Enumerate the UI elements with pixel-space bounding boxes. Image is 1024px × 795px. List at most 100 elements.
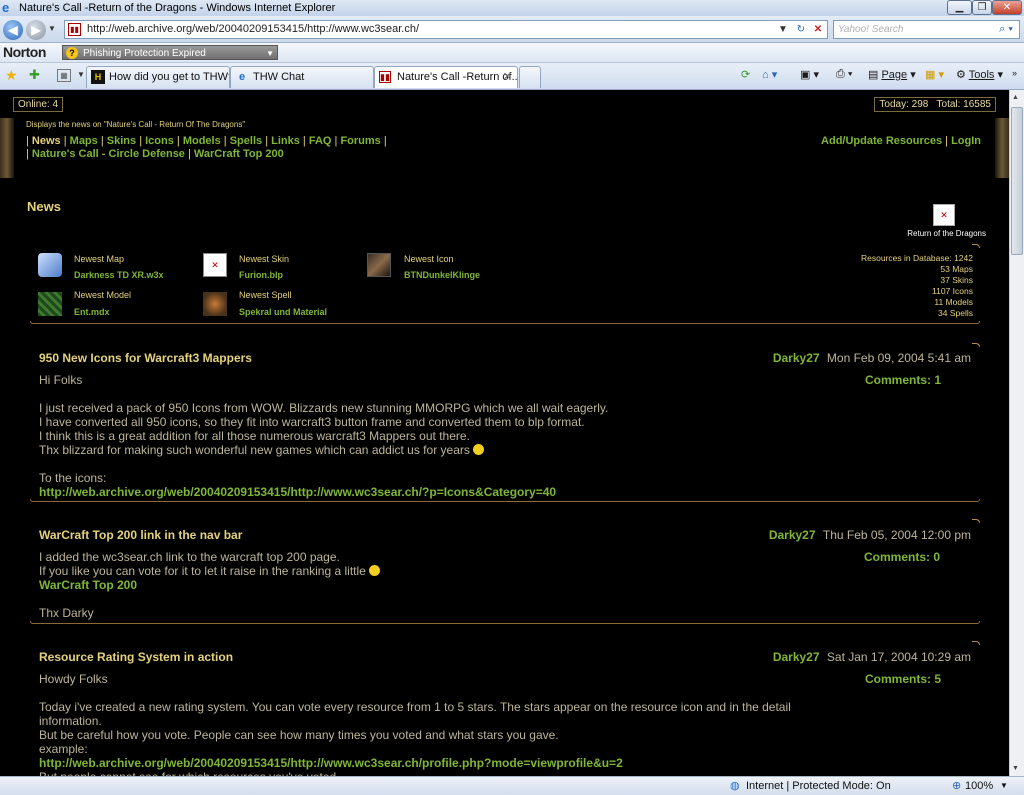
nav-warcraft-top200[interactable]: WarCraft Top 200 [194,148,284,160]
nav-spells[interactable]: Spells [230,135,262,147]
maximize-button[interactable]: ❐ [972,0,992,15]
post-comments[interactable]: Comments: 5 [865,672,941,686]
nav-login[interactable]: LogIn [951,135,981,147]
print-icon[interactable]: ⎙ ▾ [836,68,852,81]
spell-icon[interactable] [203,292,227,316]
close-tab-icon[interactable]: ✕ [503,67,512,87]
corner-ornament [972,641,980,645]
vertical-scrollbar[interactable]: ▲ ▼ [1009,90,1024,776]
scrollbar-thumb[interactable] [1011,107,1023,255]
section-title: News [27,199,61,214]
tab-thw[interactable]: H How did you get to THW? ... [86,66,230,88]
nav-skins[interactable]: Skins [107,135,136,147]
post-comments[interactable]: Comments: 0 [864,550,940,564]
phishing-protection-dropdown[interactable]: ? Phishing Protection Expired ▼ [62,45,278,60]
tab-thw-chat[interactable]: e THW Chat [230,66,374,88]
tab-natures-call[interactable]: ▮▮ Nature's Call -Return of... ✕ [374,66,518,88]
post-date: Sat Jan 17, 2004 10:29 am [826,650,971,664]
nav-models[interactable]: Models [183,135,221,147]
search-icon[interactable]: ⌕ ▾ [999,21,1013,38]
tab-label: Nature's Call -Return of... [397,71,518,83]
search-input[interactable]: Yahoo! Search ⌕ ▾ [833,20,1020,39]
post-link[interactable]: http://web.archive.org/web/2004020915341… [39,756,799,770]
add-favorites-icon[interactable]: ✚ [29,67,40,83]
post-title[interactable]: WarCraft Top 200 link in the nav bar [39,528,242,542]
post-line: example: [39,742,88,756]
post-line: I just received a pack of 950 Icons from… [39,401,609,415]
quick-tabs-icon[interactable]: ▦ [57,69,71,82]
post-title[interactable]: Resource Rating System in action [39,650,233,664]
favorites-star-icon[interactable]: ★ [5,67,18,84]
wc3sear-favicon-icon: ▮▮ [379,71,391,83]
history-dropdown-icon[interactable]: ▼ [48,24,56,33]
nav-forums[interactable]: Forums [340,135,380,147]
map-scroll-icon[interactable] [38,253,62,277]
nav-circle-defense[interactable]: Nature's Call - Circle Defense [32,148,185,160]
phishing-label: Phishing Protection Expired [83,48,206,59]
post-body: Hi Folks I just received a pack of 950 I… [39,373,799,499]
nav-maps[interactable]: Maps [70,135,98,147]
tools-menu-label: Tools [968,69,995,81]
post-date: Mon Feb 09, 2004 5:41 am [826,351,971,365]
newest-skin-value[interactable]: Furion.blp [239,270,283,280]
logo-caption: Return of the Dragons [907,229,986,238]
post-body: I added the wc3sear.ch link to the warcr… [39,550,799,620]
newest-icon-label: Newest Icon [404,254,454,264]
post-line: information. [39,714,102,728]
thw-favicon-icon: H [91,70,105,84]
post-link[interactable]: http://web.archive.org/web/2004020915341… [39,485,799,499]
newest-spell-value[interactable]: Spekral und Material [239,307,327,317]
sword-icon[interactable] [367,253,391,277]
norton-toolbar: Norton ? Phishing Protection Expired ▼ [0,43,1024,63]
post-meta: Darky27 Thu Feb 05, 2004 12:00 pm [769,528,971,542]
post-meta: Darky27 Mon Feb 09, 2004 5:41 am [773,351,971,365]
safety-icon[interactable]: ▦ ▾ [925,68,944,81]
post-line [39,592,799,606]
resources-total: Resources in Database: 1242 [861,253,973,263]
new-tab-button[interactable] [519,66,541,88]
zoom-dropdown-icon[interactable]: ▼ [1000,777,1008,795]
refresh-icon[interactable]: ↻ [793,21,809,38]
close-window-button[interactable]: ✕ [992,0,1022,15]
url-field[interactable]: ▮▮ http://web.archive.org/web/2004020915… [64,20,828,39]
post-line: But be careful how you vote. People can … [39,728,559,742]
nav-faq[interactable]: FAQ [309,135,332,147]
zoom-level[interactable]: 100% [965,777,993,795]
back-button[interactable]: ◀ [3,20,23,40]
tools-menu[interactable]: ⚙ Tools ▾ [956,68,1003,81]
more-tools-icon[interactable]: » [1012,68,1017,78]
rss-icon[interactable]: ▣ ▾ [800,68,819,81]
nav-add-update-resources[interactable]: Add/Update Resources [821,135,942,147]
url-dropdown-icon[interactable]: ▼ [775,21,791,38]
minimize-button[interactable]: ▁ [947,0,972,15]
nav-icons[interactable]: Icons [145,135,174,147]
nav-links[interactable]: Links [271,135,300,147]
page-menu[interactable]: ▤ Page ▾ [868,68,916,81]
post-author[interactable]: Darky27 [773,351,820,365]
post-line: If you like you can vote for it to let i… [39,564,799,578]
scroll-down-icon[interactable]: ▼ [1012,765,1019,772]
forest-model-icon[interactable] [38,292,62,316]
post-link[interactable]: WarCraft Top 200 [39,578,799,592]
feeds-icon[interactable]: ⟳ [741,68,750,81]
newest-icon-value[interactable]: BTNDunkelKlinge [404,270,480,280]
post-author[interactable]: Darky27 [769,528,816,542]
stop-icon[interactable]: ✕ [810,21,826,38]
newest-map-value[interactable]: Darkness TD XR.w3x [74,270,164,280]
status-bar: ◍ Internet | Protected Mode: On ⊕ 100% ▼ [0,776,1024,795]
post-author[interactable]: Darky27 [773,650,820,664]
smiley-icon [472,444,484,455]
resources-spells: 34 Spells [938,308,973,318]
post-title[interactable]: 950 New Icons for Warcraft3 Mappers [39,351,252,365]
home-icon[interactable]: ⌂ ▾ [762,68,777,81]
newest-model-value[interactable]: Ent.mdx [74,307,110,317]
post-line: I have converted all 950 icons, so they … [39,415,585,429]
visitor-stats: Today: 298 Total: 16585 [874,97,996,112]
nav-news[interactable]: News [32,135,61,147]
tab-list-dropdown-icon[interactable]: ▼ [77,70,85,79]
security-zone[interactable]: Internet | Protected Mode: On [746,777,891,795]
post-comments[interactable]: Comments: 1 [865,373,941,387]
broken-image-icon[interactable]: ✕ [203,253,227,277]
forward-button[interactable]: ▶ [26,20,46,40]
scroll-up-icon[interactable]: ▲ [1012,94,1019,101]
